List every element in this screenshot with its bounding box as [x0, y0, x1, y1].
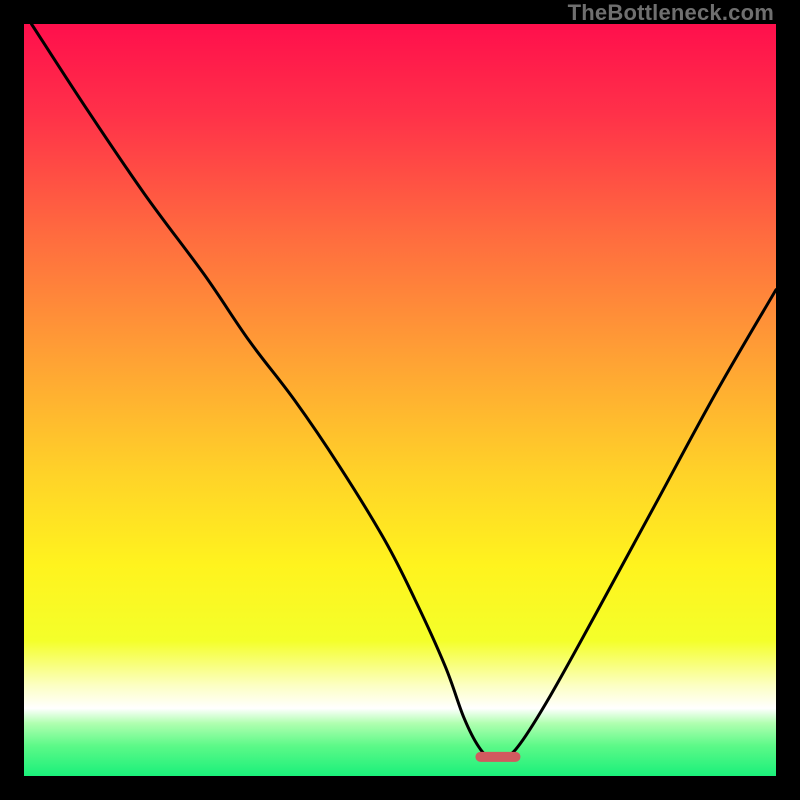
- plot-area: [24, 24, 776, 776]
- optimal-marker: [475, 752, 520, 762]
- chart-frame: TheBottleneck.com: [0, 0, 800, 800]
- curve-svg: [24, 24, 776, 776]
- bottleneck-curve: [32, 24, 777, 758]
- watermark-text: TheBottleneck.com: [568, 0, 774, 26]
